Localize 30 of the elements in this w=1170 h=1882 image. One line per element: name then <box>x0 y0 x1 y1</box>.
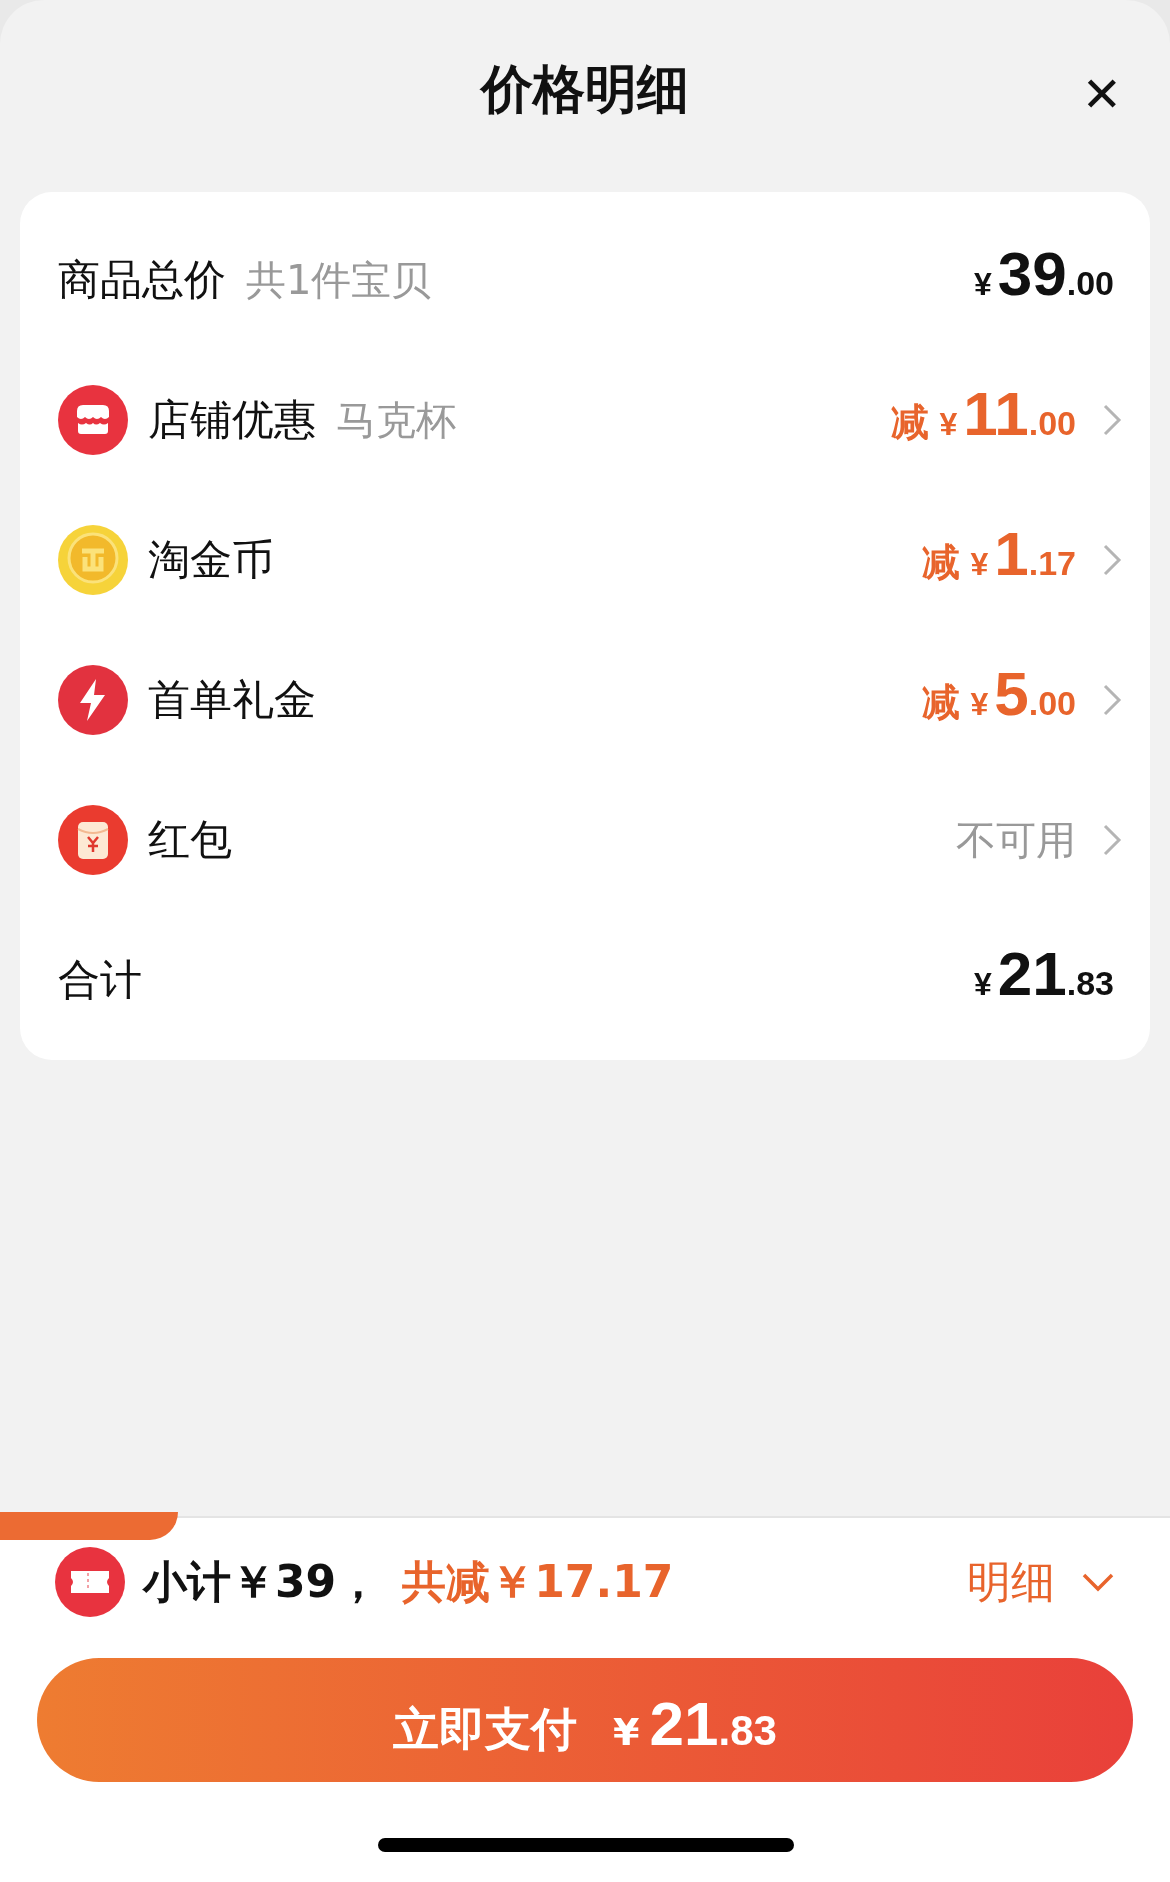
chevron-right-icon[interactable] <box>1102 543 1122 577</box>
chevron-right-icon[interactable] <box>1102 403 1122 437</box>
row-label: 商品总价 <box>58 254 226 306</box>
row-label: 红包 <box>148 814 232 866</box>
price-amount: ¥39.00 <box>973 237 1114 309</box>
price-amount: 减 ¥1.17 <box>922 517 1076 589</box>
chevron-right-icon[interactable] <box>1102 823 1122 857</box>
price-amount: ¥21.83 <box>973 937 1114 1009</box>
chevron-down-icon <box>1081 1572 1115 1592</box>
row-note: 共1件宝贝 <box>246 255 432 305</box>
row-label: 淘金币 <box>148 534 274 586</box>
discount-total: 共减￥17.17 <box>402 1554 674 1609</box>
envelope-icon <box>58 805 128 875</box>
ticket-icon <box>55 1547 125 1617</box>
status-text: 不可用 <box>956 815 1076 865</box>
coin-icon <box>58 525 128 595</box>
sheet-title: 价格明细 <box>481 58 689 121</box>
price-amount: 减 ¥5.00 <box>922 657 1076 729</box>
row-label: 合计 <box>58 954 142 1006</box>
price-amount: 减 ¥11.00 <box>891 377 1076 449</box>
shop-icon <box>58 385 128 455</box>
pay-button[interactable]: 立即支付 ¥ 21.83 <box>37 1658 1133 1782</box>
close-button[interactable]: ✕ <box>1073 66 1130 122</box>
row-label: 首单礼金 <box>148 674 316 726</box>
lightning-icon <box>58 665 128 735</box>
chevron-right-icon[interactable] <box>1102 683 1122 717</box>
row-note: 马克杯 <box>336 395 456 445</box>
subtotal-text: 小计￥39， <box>143 1554 381 1609</box>
details-toggle[interactable]: 明细 <box>967 1552 1115 1612</box>
row-label: 店铺优惠 <box>148 394 316 446</box>
